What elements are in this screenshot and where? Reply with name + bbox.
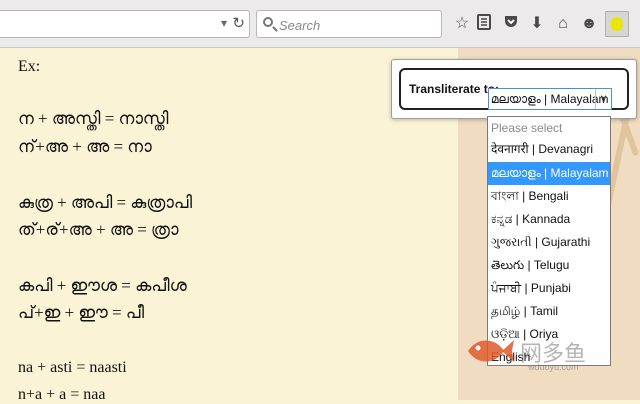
- language-select[interactable]: മലയാളം | Malayalam ∨: [488, 88, 612, 110]
- pocket-icon[interactable]: [501, 14, 521, 34]
- text-line: ന്+അ + അ = നാ: [18, 137, 152, 156]
- transliterate-label: Transliterate to:: [409, 82, 500, 96]
- leaf-icon: [611, 17, 623, 31]
- star-icon[interactable]: ☆: [452, 14, 472, 34]
- url-dropdown-icon[interactable]: ▾: [221, 16, 227, 30]
- option-kannada[interactable]: ಕನ್ನಡ | Kannada: [488, 208, 610, 231]
- fish-logo: [468, 340, 514, 362]
- text-line: കപി + ഈശ = കപീശ: [18, 276, 187, 295]
- text-line: na + asti = naasti: [18, 359, 127, 376]
- text-line: n+a + a = naa: [18, 386, 106, 403]
- text-line: കുത്ര + അപി = കുത്രാപി: [18, 193, 193, 212]
- option-tamil[interactable]: தமிழ் | Tamil: [488, 300, 610, 323]
- option-bengali[interactable]: বাংলা | Bengali: [488, 185, 610, 208]
- language-options-list: Please select देवनागरी | Devanagri മലയാള…: [487, 116, 611, 366]
- reading-list-icon[interactable]: [474, 14, 494, 34]
- text-line: Ex:: [18, 58, 41, 75]
- transliterate-popup: Transliterate to: മലയാളം | Malayalam ∨: [391, 59, 637, 119]
- text-line: പ്+ഇ + ഈ = പീ: [18, 303, 145, 322]
- option-gujarathi[interactable]: ગુજરાતી | Gujarathi: [488, 231, 610, 254]
- reload-icon[interactable]: ↻: [232, 14, 245, 32]
- home-icon[interactable]: ⌂: [553, 14, 573, 34]
- download-icon[interactable]: ⬇: [527, 14, 547, 34]
- option-punjabi[interactable]: ਪੰਜਾਬੀ | Punjabi: [488, 277, 610, 300]
- option-telugu[interactable]: తెలుగు | Telugu: [488, 254, 610, 277]
- option-malayalam[interactable]: മലയാളം | Malayalam: [488, 162, 610, 185]
- text-line: ന + അസ്തി = നാസ്തി: [18, 109, 169, 128]
- browser-toolbar: ▾ ↻ ☆ ⬇ ⌂ ☻: [0, 0, 640, 48]
- chevron-down-icon[interactable]: ∨: [595, 89, 611, 109]
- url-bar[interactable]: ▾ ↻: [0, 10, 250, 38]
- option-devanagri[interactable]: देवनागरी | Devanagri: [488, 138, 610, 161]
- selected-language: മലയാളം | Malayalam: [491, 92, 609, 106]
- search-box[interactable]: [256, 10, 442, 38]
- watermark-url: wduoyu.com: [528, 362, 579, 372]
- extension-icon[interactable]: [605, 11, 629, 37]
- smiley-icon[interactable]: ☻: [579, 14, 599, 34]
- search-input[interactable]: [277, 15, 436, 35]
- search-icon: [263, 17, 273, 27]
- text-line: ത്+ര്+അ + അ = ത്രാ: [18, 220, 179, 239]
- option-placeholder[interactable]: Please select: [488, 117, 610, 140]
